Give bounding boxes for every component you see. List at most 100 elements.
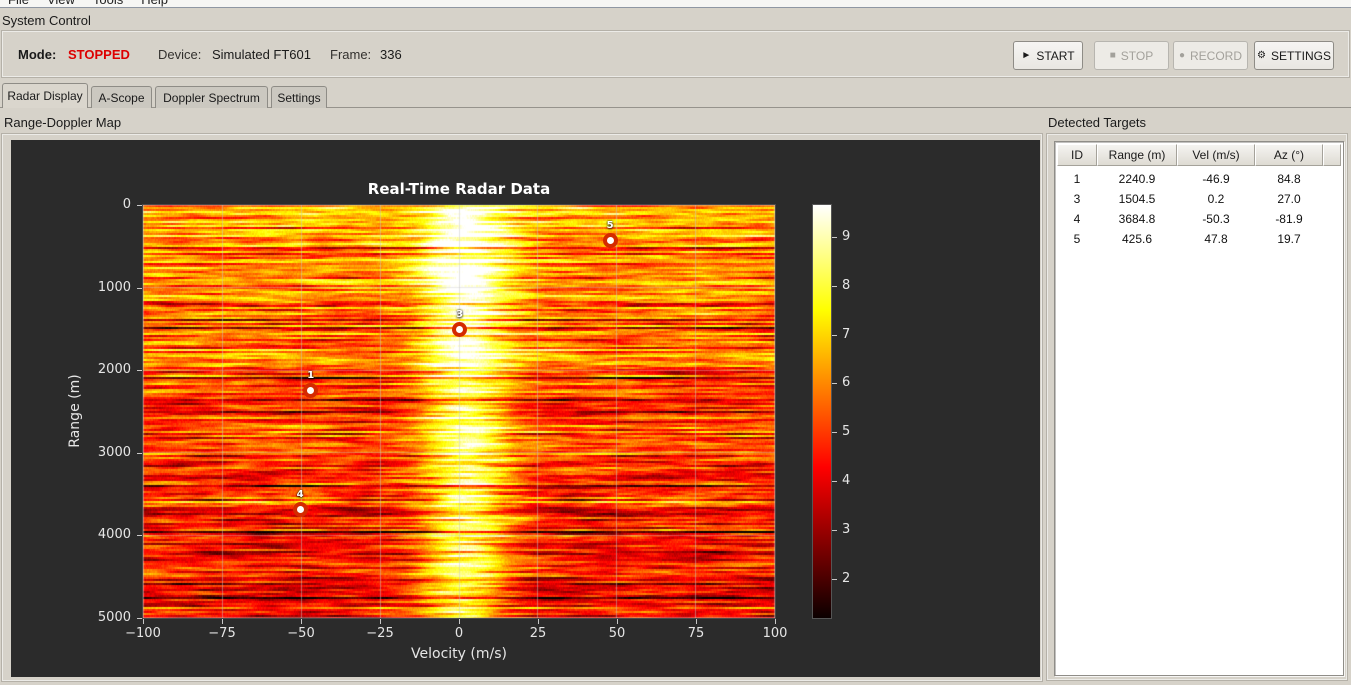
y-tick [137,370,142,372]
cell-az: -81.9 [1275,212,1303,226]
colorbar-tick-label: 5 [842,424,851,440]
column-header-stub [1323,144,1341,166]
x-tick [696,619,697,624]
stop-button-label: STOP [1120,48,1154,63]
cell-vel: -50.3 [1202,212,1230,226]
cell-vel: 0.2 [1207,192,1225,206]
menu-items: File View Tools Help [8,0,186,7]
menu-tools[interactable]: Tools [93,0,123,7]
target-marker-3[interactable] [452,321,468,337]
cell-id: 3 [1073,192,1081,206]
table-row[interactable]: 5 425.6 47.8 19.7 [1057,229,1341,249]
tab-settings[interactable]: Settings [271,86,327,108]
record-icon: ● [1178,49,1186,61]
tab-doppler-spectrum[interactable]: Doppler Spectrum [155,86,268,108]
tab-a-scope[interactable]: A-Scope [91,86,152,108]
cell-id: 1 [1073,172,1081,186]
x-tick [143,619,144,624]
column-header-az[interactable]: Az (°) [1255,144,1323,166]
detected-targets-table[interactable]: ID Range (m) Vel (m/s) Az (°) 1 2240.9 -46.9 8… [1054,141,1344,676]
column-header-range[interactable]: Range (m) [1097,144,1177,166]
colorbar-tick [832,334,837,336]
x-axis-label: Velocity (m/s) [411,646,507,662]
cell-range: 1504.5 [1118,192,1156,206]
cell-range: 2240.9 [1118,172,1156,186]
device-label: Device: [158,47,202,62]
colorbar-tick-label: 4 [842,473,851,489]
device-value: Simulated FT601 [212,47,311,62]
range-doppler-heatmap [143,205,775,618]
table-header-row: ID Range (m) Vel (m/s) Az (°) [1057,144,1341,166]
x-tick [459,619,460,624]
start-button[interactable]: ► START [1013,41,1083,70]
colorbar-tick-label: 8 [842,277,851,293]
table-row[interactable]: 1 2240.9 -46.9 84.8 [1057,169,1341,189]
x-tick-label: −25 [366,626,394,641]
record-button-label: RECORD [1190,48,1243,63]
x-tick-label: 0 [454,626,464,641]
range-doppler-title: Range-Doppler Map [4,115,122,130]
x-tick-label: −50 [287,626,315,641]
target-marker-5[interactable] [602,232,618,248]
y-tick-label: 5000 [97,610,131,625]
cell-az: 19.7 [1277,232,1301,246]
x-tick [538,619,539,624]
column-header-vel[interactable]: Vel (m/s) [1177,144,1255,166]
colorbar-tick [832,285,837,287]
cell-vel: 47.8 [1204,232,1228,246]
settings-button[interactable]: ⚙ SETTINGS [1254,41,1334,70]
colorbar-tick-label: 3 [842,522,851,537]
plot-title: Real-Time Radar Data [367,180,551,198]
colorbar-tick-label: 7 [842,326,851,342]
x-tick-label: 50 [608,626,626,641]
x-tick [380,619,381,624]
y-tick-label: 0 [122,197,131,212]
tab-radar-display[interactable]: Radar Display [2,83,88,108]
y-tick [137,287,142,289]
target-marker-label: 4 [296,489,304,501]
x-tick-label: −100 [125,626,161,641]
frame-value: 336 [380,47,402,62]
target-marker-label: 3 [456,309,464,321]
stop-button[interactable]: ■ STOP [1094,41,1169,70]
target-marker-4[interactable] [292,501,308,517]
colorbar-tick [832,530,837,531]
cell-id: 4 [1073,212,1081,226]
heatmap-area [143,205,775,618]
y-tick [137,535,142,537]
y-tick [137,452,142,454]
cell-az: 27.0 [1277,192,1301,206]
y-tick-label: 1000 [97,279,131,295]
radar-figure: Real-Time Radar Data Velocity (m/s) Rang… [11,140,1040,677]
table-row[interactable]: 4 3684.8 -50.3 -81.9 [1057,209,1341,229]
system-control-title: System Control [2,13,91,28]
cell-id: 5 [1073,232,1081,246]
settings-icon: ⚙ [1257,49,1266,61]
colorbar-tick [832,236,837,238]
stop-icon: ■ [1109,49,1116,61]
menu-view[interactable]: View [47,0,75,7]
menu-file[interactable]: File [8,0,29,7]
cell-range: 425.6 [1121,232,1153,246]
colorbar-tick [832,578,837,580]
colorbar-tick-label: 9 [842,228,851,244]
frame-label: Frame: [330,47,372,62]
table-row[interactable]: 3 1504.5 0.2 27.0 [1057,189,1341,209]
x-tick [617,619,618,624]
x-tick [775,619,776,624]
colorbar-tick-label: 2 [842,570,851,586]
y-tick [137,618,142,619]
target-marker-label: 1 [307,370,315,382]
y-tick-label: 4000 [97,527,131,543]
start-icon: ► [1021,49,1032,61]
detected-targets-title: Detected Targets [1048,115,1147,130]
target-marker-1[interactable] [303,382,319,398]
colorbar-tick [832,432,837,434]
y-axis-label: Range (m) [67,374,83,448]
column-header-id[interactable]: ID [1057,144,1097,166]
menu-help[interactable]: Help [141,0,168,7]
x-tick-label: 25 [529,626,547,641]
colorbar-tick [832,481,837,483]
record-button[interactable]: ● RECORD [1173,41,1248,70]
cell-az: 84.8 [1277,172,1301,186]
